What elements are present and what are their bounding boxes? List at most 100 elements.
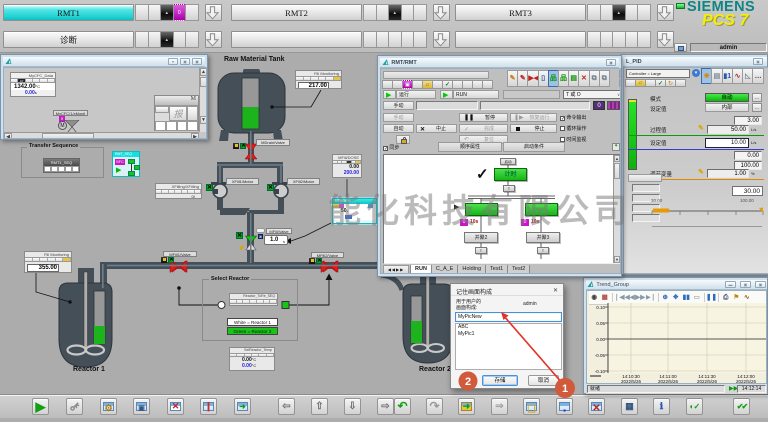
more-icon[interactable]: … [752,68,763,84]
setpoint-source-button[interactable]: 内部 [705,103,749,112]
pcs7-window-icon: ◭ [588,281,593,288]
lock-button[interactable] [396,135,410,144]
minimize-button[interactable]: ▬ [725,281,736,288]
dialog-label: 用于用户的画面构成: [456,299,481,311]
auto-button[interactable]: 自动 [383,124,414,133]
tab-cae[interactable]: C_A_E [431,265,458,274]
window-title: Trend_Group [596,282,629,288]
runtime-button[interactable]: ▶ [32,398,49,415]
close-button[interactable]: ▣ [192,58,202,65]
sync-checkbox[interactable]: ✓ 同步 [383,144,399,151]
pid-window-client: Controller = Large ▾ ❋▤▮1∿◺… ▱✓↻ 模式 自动 .… [623,67,768,274]
cmd-output-checkbox[interactable]: ✓ 命令输出 [560,114,586,121]
mode-value[interactable]: 自动 [705,93,749,102]
motor-circle: M [58,121,67,130]
enter-picture-button[interactable]: ➜ [458,398,475,415]
acknowledge-button[interactable]: ✔✔ [733,398,750,415]
net2-icon[interactable]: ⧉ [599,70,610,87]
close-button[interactable]: ▣ [753,58,763,65]
picture-left-button[interactable]: ⇦︎ [278,398,295,415]
list-item[interactable]: MyPic1 [456,331,561,338]
composition-list[interactable]: ABC MyPic1 [455,323,562,370]
open-composition-button[interactable]: ❏ [523,398,540,415]
dialog-close-icon[interactable]: ✕ [553,287,558,294]
faceplate-preview-block[interactable]: M 报 [154,95,199,131]
tab-holding[interactable]: Holding [457,265,486,274]
chart-delete-button[interactable]: ✕ [167,398,184,415]
arrow-up-icon: ⇧︎ [312,399,327,414]
picture-right-button[interactable]: ⇨︎ [377,398,394,415]
arrow-picture-button[interactable]: ➜ [234,398,251,415]
pid-window-titlebar[interactable]: L_PID ▣ [623,57,767,67]
help-icon[interactable]: ▾ [692,69,700,77]
redo-icon: ↷ [427,399,442,414]
forward-button[interactable]: ⇒︎ [491,398,508,415]
picture-down-button[interactable]: ⇩︎ [344,398,361,415]
user-info-button[interactable]: ℹ [653,398,670,415]
delete-composition-button[interactable]: ✕ [588,398,605,415]
sfc-tab-strip: ◀◀▶▶ RUNC_A_EHoldingTest1Test2 [383,265,621,274]
dialog-titlebar[interactable]: 记住画面构成 ✕ [451,284,563,296]
tab-start-conditions[interactable]: 启动条件 [503,142,565,152]
key-login-button[interactable]: ⚷ [66,398,83,415]
save-button[interactable]: 存储 [482,375,518,386]
trend-plot[interactable] [587,291,767,384]
pv-value: 50.00 [707,125,749,134]
undo-button[interactable]: ↶ [394,398,411,415]
trend-window: ◭ Trend_Group ▬ ▣ ▣ ◉▦❘◀◀◀▶▶▶❘⊕✥▮▮▭❚❚⎙⚑∿… [583,277,768,394]
stop-button[interactable]: 停止 [510,124,557,133]
computer-picture-button[interactable]: ▣ [133,398,150,415]
tab-test2[interactable]: Test2 [507,265,530,274]
rmt-window-titlebar[interactable]: ◭ RMT/RMT ▣ [380,58,619,68]
tab-run[interactable]: RUN [410,265,432,274]
dialog-user: admin [523,301,537,307]
sp2-value-input[interactable]: 10.00 [705,138,749,148]
composition-name-input[interactable]: MyPicNew [455,312,562,322]
mode-more-button[interactable]: ... [752,93,762,102]
pump-2[interactable] [272,182,290,198]
picture-up-button[interactable]: ⇧︎ [311,398,328,415]
view-dropdown[interactable]: Controller = Large [626,69,690,78]
thermo-picture-button[interactable]: ❙ [200,398,217,415]
mv-slider[interactable] [624,206,768,236]
mode-dropdown[interactable]: T 或 O∨ [563,90,621,99]
maximize-button[interactable]: ▣ [606,59,616,66]
status-cell[interactable] [482,80,493,89]
save-composition-button[interactable]: ▪ [556,398,573,415]
loop-checkbox[interactable]: 循环操作 [560,125,586,132]
monitor-report-button[interactable]: ▦ [621,398,638,415]
reactor-1 [59,268,112,367]
chart-icon[interactable]: ✦ [612,143,620,151]
pump-1[interactable] [211,182,229,198]
vertical-scrollbar[interactable]: ▲ ▼ [199,68,207,132]
trend-clock: 14:12:14 [737,385,766,393]
close-button[interactable]: ▣ [755,281,766,288]
rmt-window-client: ▣▱✓ ✎✎▶◀▯品品▤✕⧉⧉ ▶ 运行 ▶ RUN T 或 O∨ 手动 0 手… [380,68,621,274]
complete-button[interactable]: ✓完成 [459,124,508,133]
resume-button[interactable]: ❚▶恢复运行 [510,113,557,122]
tab-seq-properties[interactable]: 顺序属性 [438,142,502,152]
step-counter: 0 [593,101,605,110]
cancel-button[interactable]: 取消 [528,375,559,386]
maximize-button[interactable]: ▣ [180,58,190,65]
redo-button[interactable]: ↷ [426,398,443,415]
horizontal-scrollbar[interactable]: ◀ ▶ [4,132,199,139]
manual-button[interactable]: 手动 [383,113,414,122]
user-info-icon: ℹ [654,399,669,414]
enter-picture-icon: ➜ [459,399,474,414]
pause-button[interactable]: ❚❚暂停 [459,113,508,122]
trend-window-titlebar[interactable]: ◭ Trend_Group ▬ ▣ ▣ [586,280,767,290]
selector-output-white [218,302,225,309]
tab-nav-buttons[interactable]: ◀◀▶▶ [383,265,409,274]
abort-button[interactable]: ✕中止 [416,124,457,133]
minimize-button[interactable]: ▾ [168,58,178,65]
left-window-titlebar[interactable]: ◭ ▾ ▣ ▣ [3,57,205,67]
maximize-button[interactable]: ▣ [740,281,751,288]
gear-picture-button[interactable]: ⚙ [100,398,117,415]
tab-test1[interactable]: Test1 [485,265,508,274]
audio-ack-button[interactable]: ◖✓ [686,398,703,415]
sp-more-button[interactable]: ... [752,103,762,112]
list-item[interactable]: ABC [456,324,561,331]
status-cell[interactable] [675,79,686,87]
mycfc-block[interactable]: MyCFC_Data 10 1342.00°C 0.00s [10,72,56,97]
